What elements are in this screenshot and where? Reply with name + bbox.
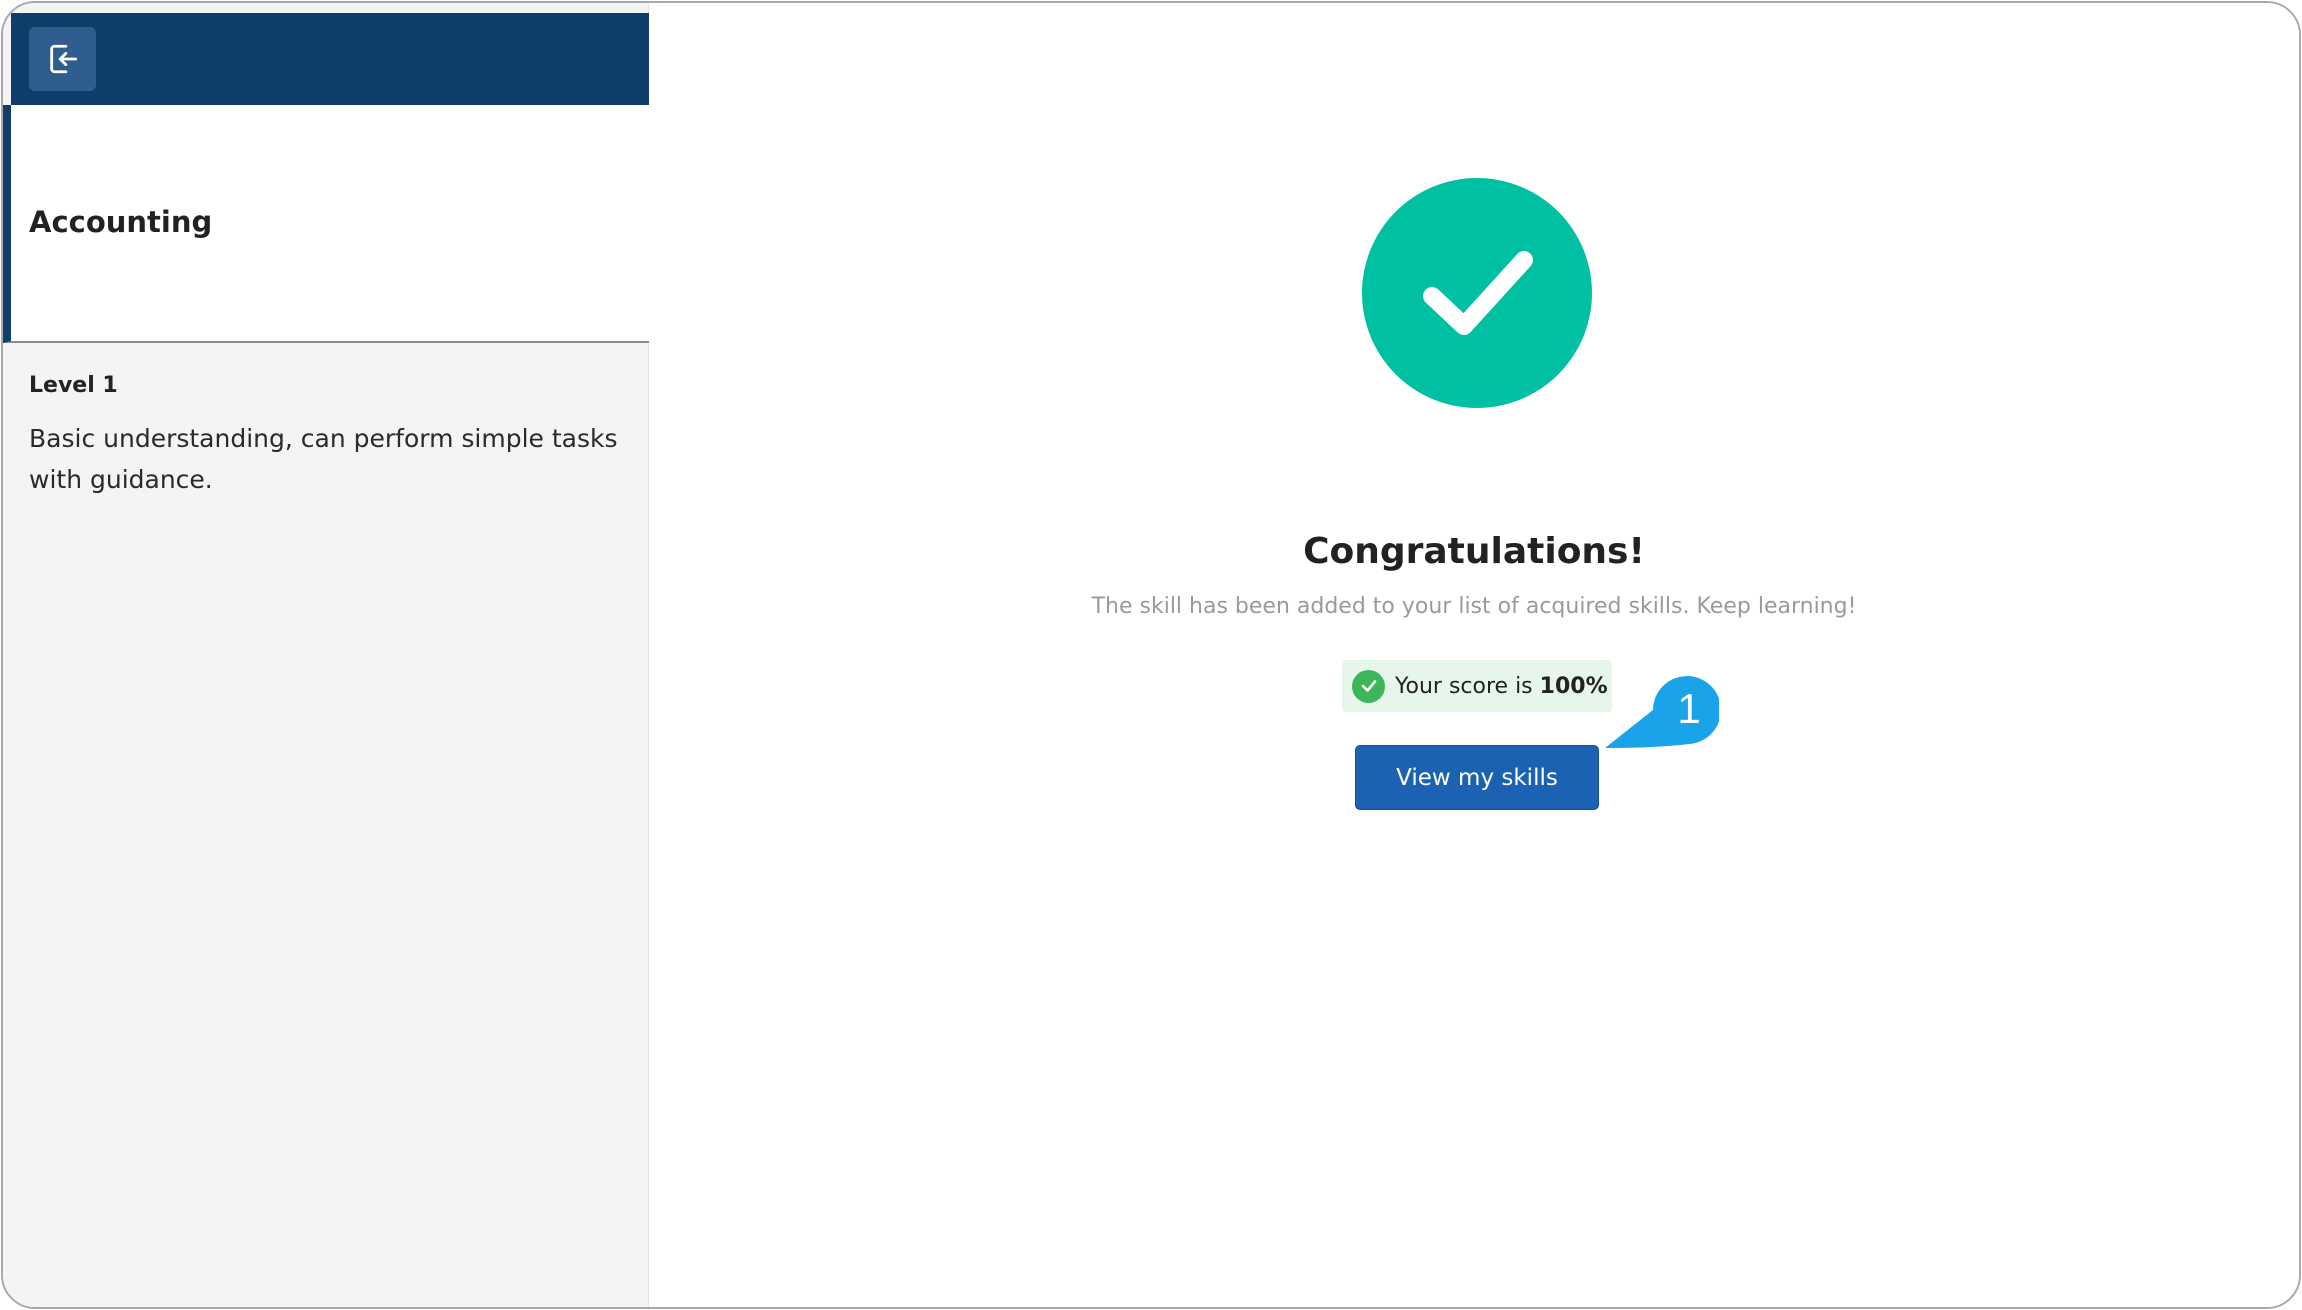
app-window: Accounting Level 1 Basic understanding, … [1, 1, 2301, 1309]
level-info: Level 1 Basic understanding, can perform… [29, 373, 629, 500]
level-label: Level 1 [29, 373, 118, 398]
main-content: Congratulations! The skill has been adde… [649, 3, 2299, 1307]
score-badge: Your score is 100% [1342, 660, 1612, 712]
sidebar: Accounting Level 1 Basic understanding, … [3, 3, 649, 1307]
score-prefix: Your score is [1395, 673, 1533, 699]
score-value: 100% [1539, 673, 1608, 699]
checkmark-icon [1423, 251, 1533, 335]
congratulations-heading: Congratulations! [1303, 531, 1645, 572]
view-my-skills-button[interactable]: View my skills [1355, 745, 1599, 810]
exit-door-icon [49, 44, 77, 74]
skill-card: Accounting [3, 105, 649, 343]
sidebar-header [11, 13, 649, 105]
exit-button[interactable] [29, 27, 96, 91]
level-description: Basic understanding, can perform simple … [29, 424, 618, 494]
success-circle [1362, 178, 1592, 408]
skill-title: Accounting [29, 205, 213, 239]
step-marker-number: 1 [1677, 685, 1701, 732]
check-circle-icon [1352, 669, 1385, 703]
success-message: The skill has been added to your list of… [1091, 594, 1857, 619]
